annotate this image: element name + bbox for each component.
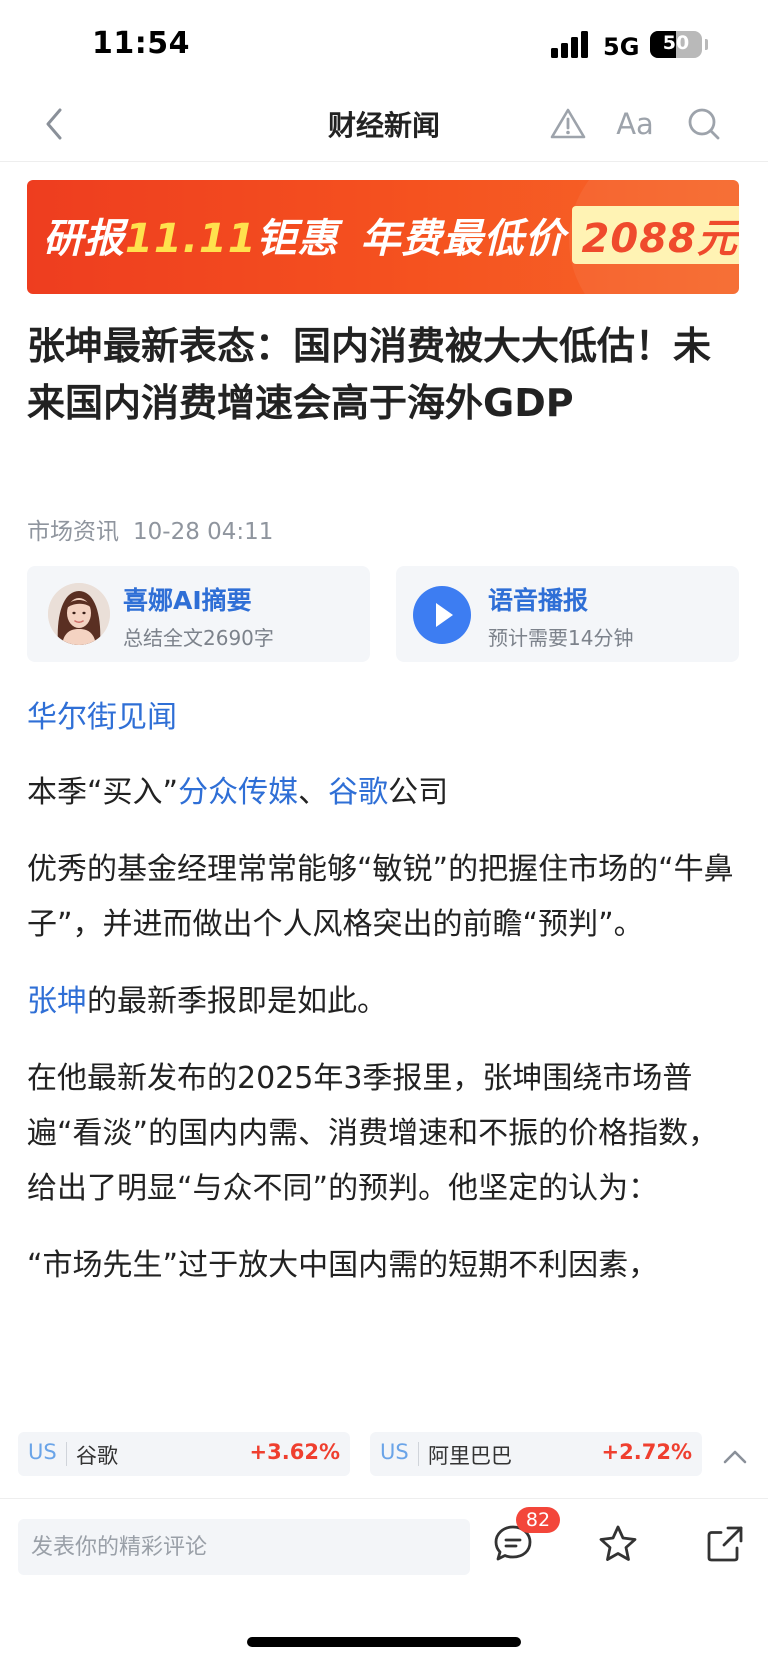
status-bar: 11:54 5G 50 — [0, 0, 768, 90]
stock-name: 谷歌 — [76, 1444, 118, 1468]
article-paragraph: 优秀的基金经理常常能够“敏锐”的把握住市场的“牛鼻子”，并进而做出个人风格突出的… — [27, 852, 734, 942]
banner-part2: 11.11 — [125, 216, 257, 262]
battery-level: 50 — [662, 32, 690, 54]
search-icon[interactable] — [684, 104, 724, 144]
banner-part4: 年费最低价 — [360, 216, 566, 262]
comment-input[interactable] — [18, 1519, 470, 1575]
article-author[interactable]: 华尔街见闻 — [27, 690, 743, 745]
cellular-signal-icon — [551, 30, 591, 58]
nav-bar: 财经新闻 Aa — [0, 90, 768, 162]
home-indicator — [247, 1637, 521, 1647]
status-time: 11:54 — [92, 26, 190, 61]
warning-icon[interactable] — [548, 104, 588, 144]
battery-tip — [705, 39, 708, 50]
article-datetime: 10-28 04:11 — [133, 519, 274, 545]
network-type: 5G — [603, 33, 640, 61]
ai-avatar — [48, 583, 110, 645]
divider — [418, 1442, 419, 1466]
stock-market: US — [380, 1440, 409, 1464]
person-link-zhangkun[interactable]: 张坤 — [27, 984, 87, 1019]
bottom-action-bar: 82 — [0, 1498, 768, 1662]
banner-part1: 研报 — [43, 216, 125, 262]
paragraph-text: 、 — [298, 775, 329, 810]
stock-link-fenzhong[interactable]: 分众传媒 — [178, 775, 298, 810]
battery-icon: 50 — [650, 31, 702, 58]
share-icon[interactable] — [702, 1521, 748, 1567]
ai-summary-title: 喜娜AI摘要 — [123, 586, 252, 615]
article-paragraph: 本季“买入”分众传媒、谷歌公司 — [27, 765, 743, 820]
article-body: 华尔街见闻 本季“买入”分众传媒、谷歌公司 优秀的基金经理常常能够“敏锐”的把握… — [27, 690, 743, 1315]
audio-broadcast-title: 语音播报 — [488, 586, 589, 615]
stock-name: 阿里巴巴 — [428, 1444, 512, 1468]
article-paragraph: 张坤的最新季报即是如此。 — [27, 974, 743, 1029]
play-icon[interactable] — [413, 586, 471, 644]
ai-summary-subtitle: 总结全文2690字 — [123, 626, 274, 650]
paragraph-text: 的最新季报即是如此。 — [87, 984, 387, 1019]
article-meta: 市场资讯 10-28 04:11 — [27, 512, 273, 546]
audio-broadcast-subtitle: 预计需要14分钟 — [488, 626, 634, 650]
stock-quote-bar: US 谷歌 +3.62% US 阿里巴巴 +2.72% — [0, 1422, 768, 1498]
article-paragraph: “市场先生”过于放大中国内需的短期不利因素， — [27, 1248, 659, 1283]
star-icon[interactable] — [595, 1521, 641, 1567]
stock-link-google[interactable]: 谷歌 — [328, 775, 388, 810]
promo-banner[interactable]: 研报11.11钜惠 年费最低价 2088元 — [27, 180, 739, 294]
audio-broadcast-card[interactable]: 语音播报 预计需要14分钟 — [396, 566, 739, 662]
stock-change: +3.62% — [249, 1440, 340, 1464]
article-source[interactable]: 市场资讯 — [27, 519, 119, 545]
stock-chip[interactable]: US 阿里巴巴 +2.72% — [370, 1432, 702, 1476]
comment-count-badge: 82 — [516, 1507, 560, 1533]
article-title: 张坤最新表态：国内消费被大大低估！未来国内消费增速会高于海外GDP — [27, 324, 712, 425]
paragraph-text: 本季“买入” — [27, 775, 179, 810]
stock-change: +2.72% — [601, 1440, 692, 1464]
chevron-up-icon[interactable] — [718, 1442, 752, 1472]
font-size-icon[interactable]: Aa — [612, 104, 658, 144]
ai-summary-card[interactable]: 喜娜AI摘要 总结全文2690字 — [27, 566, 370, 662]
banner-price: 2088元 — [571, 206, 739, 264]
article-paragraph: 在他最新发布的2025年3季报里，张坤围绕市场普遍“看淡”的国内内需、消费增速和… — [27, 1061, 719, 1206]
promo-banner-text: 研报11.11钜惠 年费最低价 2088元 — [43, 206, 739, 264]
stock-chip[interactable]: US 谷歌 +3.62% — [18, 1432, 350, 1476]
stock-market: US — [28, 1440, 57, 1464]
divider — [66, 1442, 67, 1466]
paragraph-text: 公司 — [388, 775, 449, 810]
banner-part3: 钜惠 — [256, 216, 339, 262]
